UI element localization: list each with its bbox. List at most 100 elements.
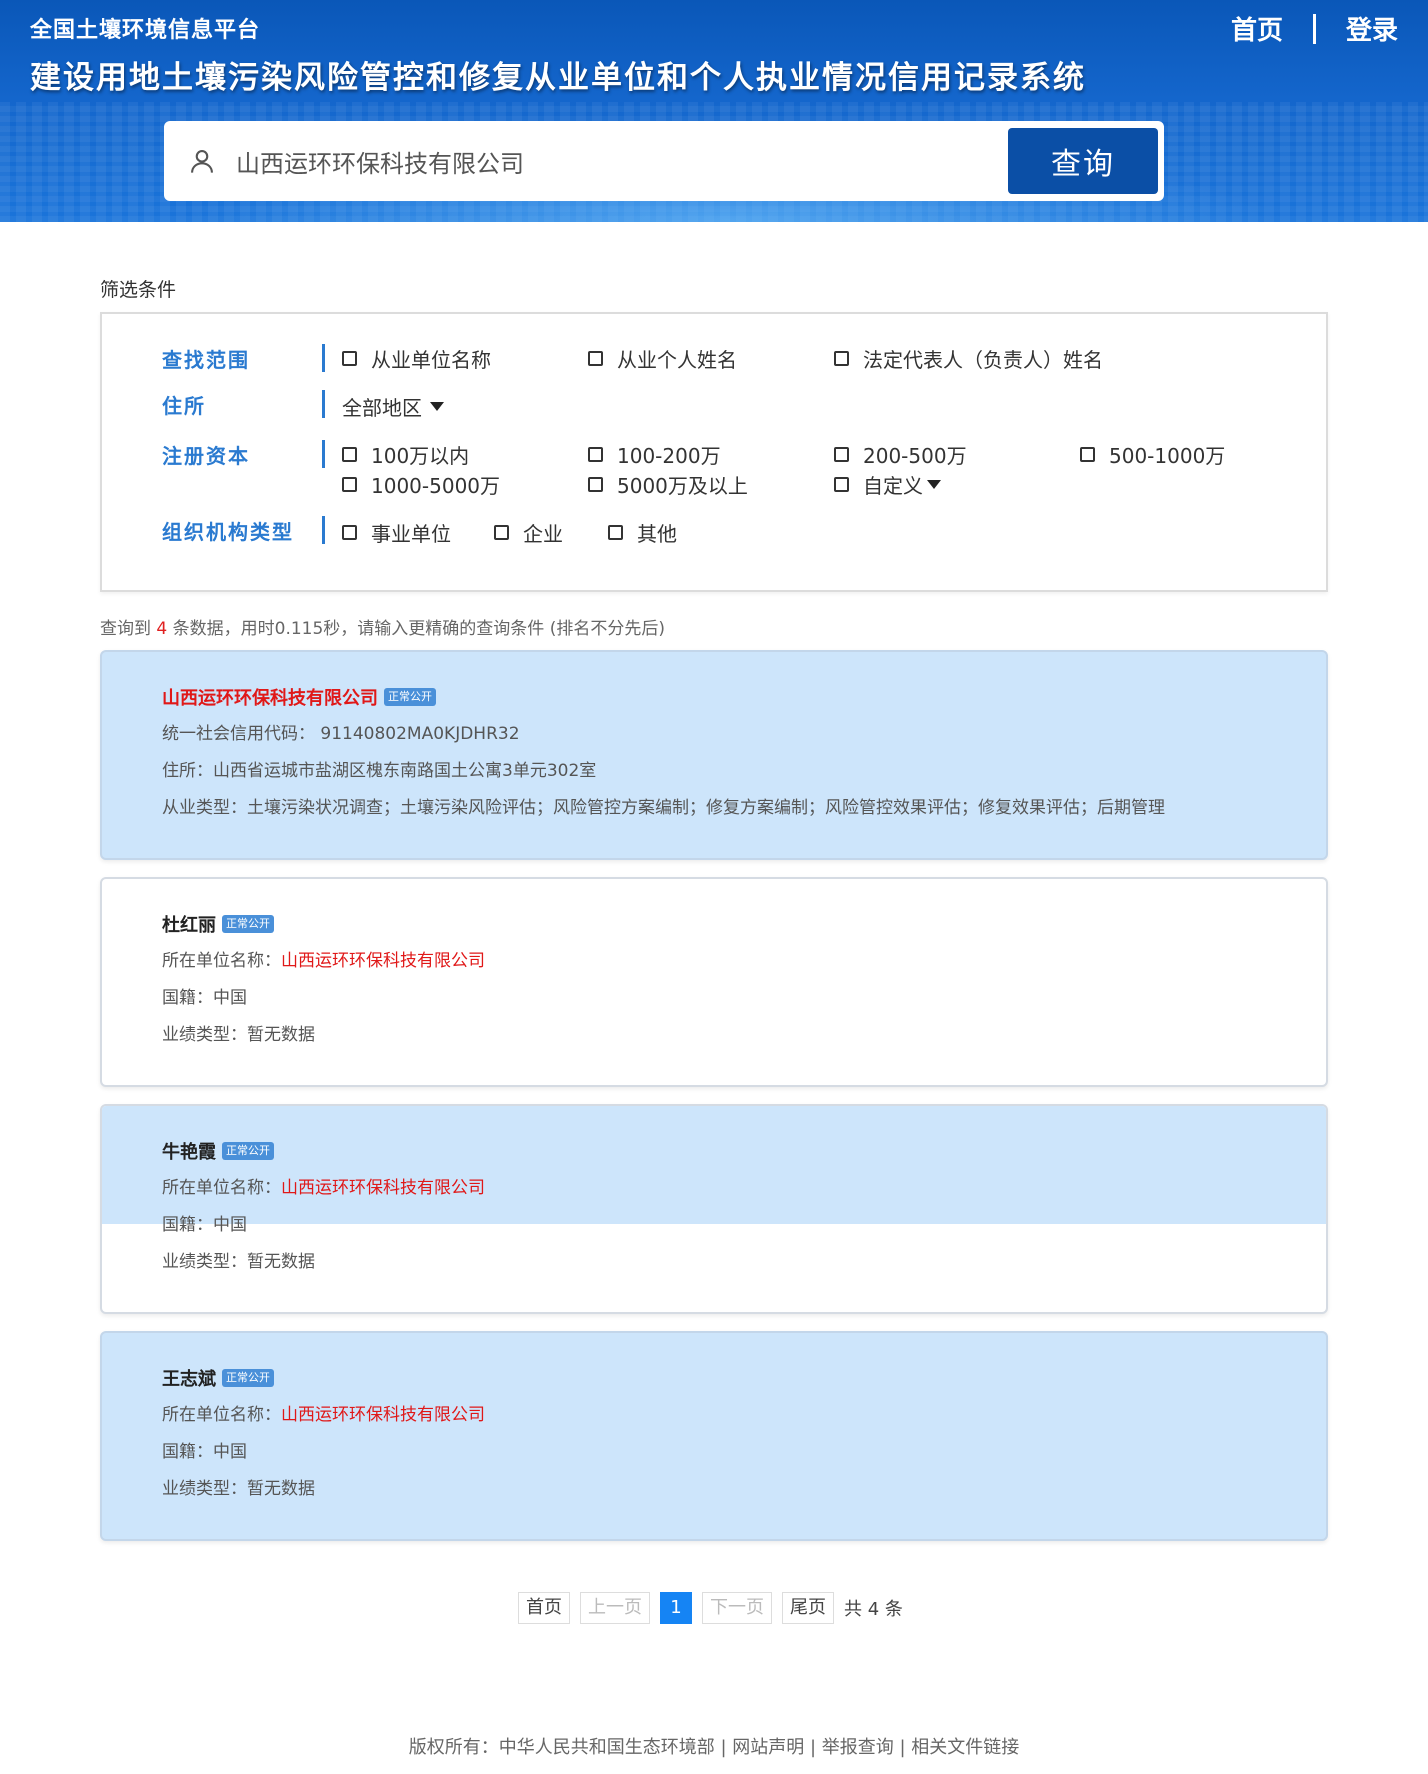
capital-option-custom[interactable]: 自定义 [834, 470, 941, 499]
checkbox[interactable] [342, 447, 357, 462]
option-label: 从业个人姓名 [617, 348, 737, 372]
employer-link[interactable]: 山西运环环保科技有限公司 [281, 1178, 485, 1198]
checkbox[interactable] [588, 351, 603, 366]
result-title-row: 杜红丽 正常公开 [162, 911, 1286, 937]
business-type-line: 从业类型：土壤污染状况调查；土壤污染风险评估；风险管控方案编制；修复方案编制；风… [162, 796, 1286, 821]
checkbox[interactable] [342, 477, 357, 492]
checkbox[interactable] [608, 525, 623, 540]
result-card-person[interactable]: 杜红丽 正常公开 所在单位名称：山西运环环保科技有限公司 国籍：中国 业绩类型：… [100, 877, 1328, 1087]
person-name-link[interactable]: 杜红丽 [162, 911, 216, 937]
scope-option-person[interactable]: 从业个人姓名 [588, 344, 737, 373]
top-nav: 首页 登录 [1231, 10, 1398, 47]
org-option-other[interactable]: 其他 [608, 518, 677, 547]
checkbox[interactable] [834, 351, 849, 366]
scope-option-unit[interactable]: 从业单位名称 [342, 344, 491, 373]
field-label: 国籍： [162, 1442, 213, 1462]
page-prev-button[interactable]: 上一页 [580, 1592, 650, 1624]
credit-code-line: 统一社会信用代码： 91140802MA0KJDHR32 [162, 722, 1286, 747]
system-title: 建设用地土壤污染风险管控和修复从业单位和个人执业情况信用记录系统 [30, 60, 1086, 96]
field-label: 从业类型： [162, 798, 247, 818]
filter-heading: 筛选条件 [100, 279, 177, 301]
employer-line: 所在单位名称：山西运环环保科技有限公司 [162, 949, 1286, 974]
performance-line: 业绩类型：暂无数据 [162, 1250, 1286, 1275]
result-card-person[interactable]: 牛艳霞 正常公开 所在单位名称：山西运环环保科技有限公司 国籍：中国 业绩类型：… [100, 1104, 1328, 1314]
capital-option-5[interactable]: 1000-5000万 [342, 470, 500, 499]
checkbox[interactable] [494, 525, 509, 540]
checkbox[interactable] [342, 351, 357, 366]
company-name-link[interactable]: 山西运环环保科技有限公司 [162, 684, 378, 710]
org-option-public[interactable]: 事业单位 [342, 518, 451, 547]
footer: 版权所有：中华人民共和国生态环境部 | 网站声明 | 举报查询 | 相关文件链接 [408, 1737, 1020, 1758]
employer-link[interactable]: 山西运环环保科技有限公司 [281, 951, 485, 971]
checkbox[interactable] [834, 447, 849, 462]
page-next-button[interactable]: 下一页 [702, 1592, 772, 1624]
field-value: 中国 [213, 1442, 247, 1462]
option-label: 5000万及以上 [617, 474, 748, 498]
capital-option-2[interactable]: 100-200万 [588, 440, 721, 469]
page-total: 共 4 条 [844, 1599, 903, 1620]
option-label: 企业 [523, 522, 563, 546]
field-label: 所在单位名称： [162, 1178, 281, 1198]
checkbox[interactable] [1080, 447, 1095, 462]
person-name-link[interactable]: 王志斌 [162, 1365, 216, 1391]
filter-label-address: 住所 [162, 394, 206, 418]
option-label: 法定代表人（负责人）姓名 [863, 348, 1103, 372]
nav-login-link[interactable]: 登录 [1346, 10, 1398, 47]
search-input[interactable] [236, 131, 1008, 191]
result-count: 4 [156, 619, 168, 639]
search-box: 查询 [164, 121, 1164, 201]
field-value: 91140802MA0KJDHR32 [320, 724, 520, 744]
caret-down-icon [927, 480, 941, 489]
page-first-button[interactable]: 首页 [518, 1592, 570, 1624]
field-label: 住所： [162, 761, 213, 781]
person-name-link[interactable]: 牛艳霞 [162, 1138, 216, 1164]
employer-line: 所在单位名称：山西运环环保科技有限公司 [162, 1176, 1286, 1201]
filter-label-capital: 注册资本 [162, 444, 250, 468]
status-badge: 正常公开 [222, 1369, 274, 1387]
field-label: 国籍： [162, 1215, 213, 1235]
option-label: 从业单位名称 [371, 348, 491, 372]
checkbox[interactable] [588, 447, 603, 462]
option-label: 1000-5000万 [371, 474, 501, 498]
result-title-row: 牛艳霞 正常公开 [162, 1138, 1286, 1164]
field-value: 暂无数据 [247, 1252, 315, 1272]
field-label: 业绩类型： [162, 1252, 247, 1272]
nav-home-link[interactable]: 首页 [1231, 10, 1283, 47]
capital-option-3[interactable]: 200-500万 [834, 440, 967, 469]
user-icon [191, 150, 213, 173]
page-current-button[interactable]: 1 [660, 1592, 692, 1624]
search-button[interactable]: 查询 [1008, 128, 1158, 194]
address-selected: 全部地区 [342, 396, 422, 420]
org-option-enterprise[interactable]: 企业 [494, 518, 563, 547]
page-last-button[interactable]: 尾页 [782, 1592, 834, 1624]
nav-separator [1312, 13, 1316, 44]
address-dropdown[interactable]: 全部地区 [342, 392, 444, 421]
field-label: 业绩类型： [162, 1025, 247, 1045]
checkbox[interactable] [342, 525, 357, 540]
result-title-row: 山西运环环保科技有限公司 正常公开 [162, 684, 1286, 710]
pagination: 首页 上一页 1 下一页 尾页 共 4 条 [518, 1592, 903, 1624]
capital-option-1[interactable]: 100万以内 [342, 440, 469, 469]
field-value: 暂无数据 [247, 1025, 315, 1045]
field-value: 土壤污染状况调查；土壤污染风险评估；风险管控方案编制；修复方案编制；风险管控效果… [247, 798, 1165, 818]
capital-option-4[interactable]: 500-1000万 [1080, 440, 1225, 469]
field-label: 所在单位名称： [162, 1405, 281, 1425]
summary-suffix: 条数据，用时0.115秒，请输入更精确的查询条件 (排名不分先后) [172, 619, 665, 639]
filter-label-org-type: 组织机构类型 [162, 520, 294, 544]
field-label: 所在单位名称： [162, 951, 281, 971]
field-value: 中国 [213, 988, 247, 1008]
checkbox[interactable] [834, 477, 849, 492]
field-label: 国籍： [162, 988, 213, 1008]
checkbox[interactable] [588, 477, 603, 492]
filter-divider [322, 344, 325, 372]
filter-divider [322, 440, 325, 468]
capital-option-6[interactable]: 5000万及以上 [588, 470, 748, 499]
employer-link[interactable]: 山西运环环保科技有限公司 [281, 1405, 485, 1425]
header-banner: 全国土壤环境信息平台 建设用地土壤污染风险管控和修复从业单位和个人执业情况信用记… [0, 0, 1428, 222]
scope-option-legal-rep[interactable]: 法定代表人（负责人）姓名 [834, 344, 1103, 373]
field-value: 暂无数据 [247, 1479, 315, 1499]
field-value: 中国 [213, 1215, 247, 1235]
field-value: 山西省运城市盐湖区槐东南路国土公寓3单元302室 [213, 761, 597, 781]
result-card-person[interactable]: 王志斌 正常公开 所在单位名称：山西运环环保科技有限公司 国籍：中国 业绩类型：… [100, 1331, 1328, 1541]
result-card-company[interactable]: 山西运环环保科技有限公司 正常公开 统一社会信用代码： 91140802MA0K… [100, 650, 1328, 860]
